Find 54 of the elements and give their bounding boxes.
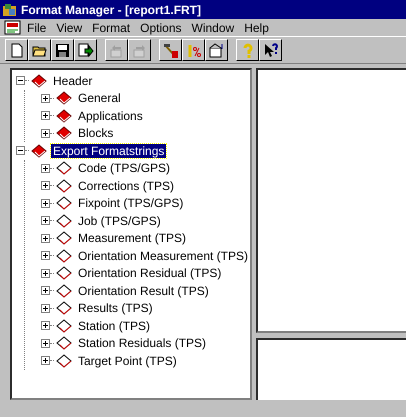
tree-item[interactable]: Orientation Residual (TPS) [76, 266, 224, 280]
tree-item[interactable]: Orientation Result (TPS) [76, 284, 211, 298]
tree-item[interactable]: Code (TPS/GPS) [76, 161, 172, 176]
tree-item[interactable]: Measurement (TPS) [76, 231, 188, 246]
toolbar-button[interactable] [205, 39, 228, 61]
expand-icon[interactable] [41, 181, 50, 190]
toolbar-button[interactable] [236, 39, 259, 61]
collapse-icon[interactable] [16, 76, 25, 86]
tree-item[interactable]: Blocks [76, 126, 116, 140]
menu-item[interactable]: Options [135, 20, 187, 34]
toolbar-button[interactable] [74, 39, 97, 61]
expand-icon[interactable] [41, 286, 50, 296]
toolbar-button[interactable] [159, 39, 182, 61]
tree-item[interactable]: Export Formatstrings [51, 144, 166, 158]
toolbar-button[interactable] [182, 39, 205, 61]
tree-item[interactable]: Applications [76, 108, 145, 123]
expand-icon[interactable] [41, 356, 50, 366]
window-title: Format Manager - [report1.FRT] [21, 2, 202, 16]
tree-item[interactable]: Fixpoint (TPS/GPS) [76, 196, 186, 210]
tree-item[interactable]: Target Point (TPS) [76, 354, 179, 368]
tree-item[interactable]: General [76, 91, 123, 106]
tree-item[interactable]: Station (TPS) [76, 318, 152, 333]
expand-icon[interactable] [41, 234, 50, 243]
menu-item[interactable]: Format [87, 20, 136, 34]
expand-icon[interactable] [41, 251, 50, 260]
collapse-icon[interactable] [16, 146, 25, 156]
pointer-question-icon [262, 42, 279, 58]
page-arrow-icon [77, 42, 94, 58]
toolbar-button[interactable] [28, 39, 51, 61]
tree-item[interactable]: Header [51, 74, 94, 88]
expand-icon[interactable] [41, 198, 50, 208]
tree-item[interactable]: Results (TPS) [76, 301, 155, 316]
expand-icon[interactable] [41, 216, 50, 226]
tree-item[interactable]: Job (TPS/GPS) [76, 214, 163, 228]
menu-item[interactable]: View [51, 20, 88, 34]
expand-icon[interactable] [41, 268, 50, 278]
hammer-icon [162, 42, 179, 58]
menu-item[interactable]: File [22, 20, 52, 34]
expand-icon[interactable] [41, 321, 50, 330]
expand-icon[interactable] [41, 94, 50, 103]
toolbar-button[interactable] [5, 39, 28, 61]
tree-item[interactable]: Station Residuals (TPS) [76, 336, 208, 350]
app-icon [2, 2, 18, 16]
tree-item[interactable]: Corrections (TPS) [76, 178, 176, 193]
expand-icon[interactable] [41, 338, 50, 348]
expand-icon[interactable] [41, 128, 50, 138]
expand-icon[interactable] [41, 304, 50, 313]
toolbar-button[interactable] [51, 39, 74, 61]
expand-icon[interactable] [41, 111, 50, 120]
menu-item[interactable]: Help [239, 20, 274, 34]
menu-item[interactable]: Window [186, 20, 240, 34]
tree-item[interactable]: Orientation Measurement (TPS) [76, 248, 250, 263]
expand-icon[interactable] [41, 164, 50, 173]
toolbar-button[interactable] [259, 39, 282, 61]
